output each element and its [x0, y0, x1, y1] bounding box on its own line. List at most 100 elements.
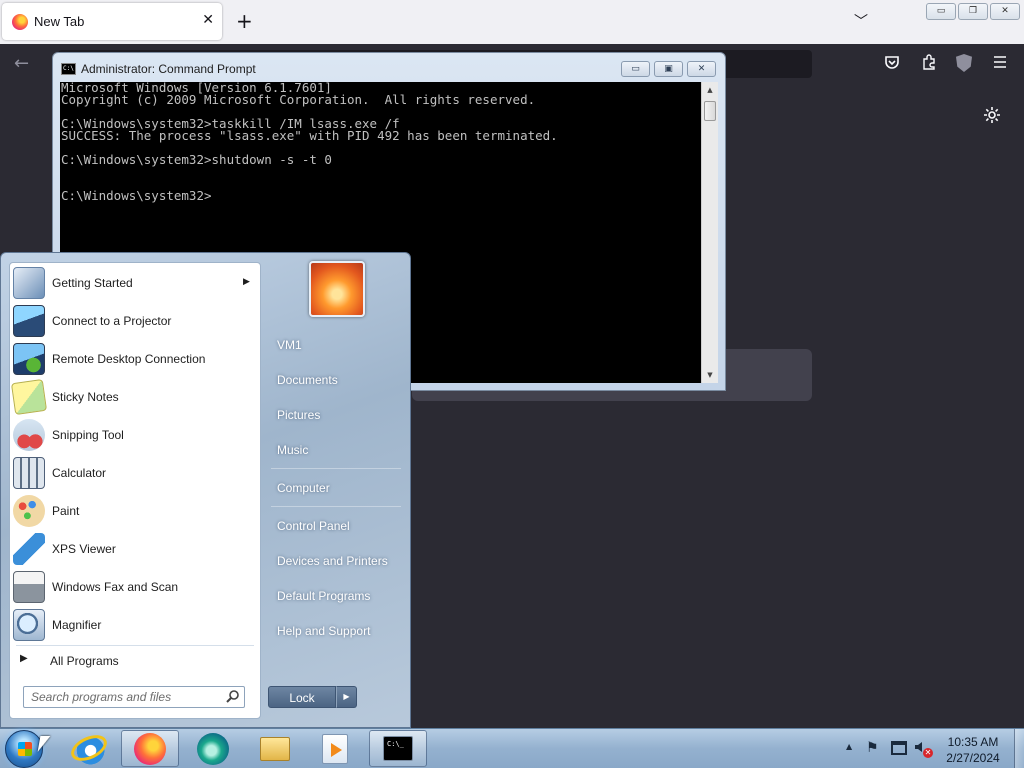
command-prompt-icon: C:\ [61, 63, 76, 75]
restore-button[interactable]: ❐ [958, 3, 988, 20]
new-tab-button[interactable]: + [236, 9, 253, 33]
snipping-tool-icon [13, 419, 45, 451]
program-label: Sticky Notes [52, 390, 119, 404]
separator [16, 645, 254, 646]
tab-close-icon[interactable]: ✕ [202, 12, 214, 28]
media-player-icon [322, 734, 348, 764]
all-programs-button[interactable]: ▶ All Programs [16, 649, 256, 673]
clock-time: 10:35 AM [947, 735, 999, 749]
console-line: C:\Windows\system32>shutdown -s -t 0 [61, 152, 332, 167]
places-music[interactable]: Music [266, 436, 406, 464]
places-label: Documents [277, 373, 338, 387]
cmd-maximize-button[interactable]: ▣ [654, 61, 683, 77]
program-label: Getting Started [52, 276, 133, 290]
scroll-down-icon[interactable]: ▼ [702, 367, 718, 383]
scroll-thumb[interactable] [704, 101, 716, 121]
network-icon[interactable] [891, 741, 907, 755]
places-control-panel[interactable]: Control Panel [266, 512, 406, 540]
taskbar: C:\_ ▲ ⚑ ✕ 10:35 AM 2/27/2024 [0, 728, 1024, 768]
all-programs-label: All Programs [50, 654, 119, 668]
firefox-icon [134, 733, 166, 765]
windows-logo-icon [18, 742, 32, 756]
program-label: Remote Desktop Connection [52, 352, 206, 366]
places-help-and-support[interactable]: Help and Support [266, 617, 406, 645]
minimize-button[interactable]: ▭ [926, 3, 956, 20]
program-label: Paint [52, 504, 80, 518]
shutdown-options-button[interactable]: ▶ [336, 686, 357, 708]
program-calculator[interactable]: Calculator [10, 455, 260, 491]
program-paint[interactable]: Paint [10, 493, 260, 529]
tab-new-tab[interactable]: New Tab ✕ [2, 3, 222, 40]
program-label: Snipping Tool [52, 428, 124, 442]
pocket-icon[interactable] [882, 54, 902, 74]
program-label: XPS Viewer [52, 542, 116, 556]
list-all-tabs-icon[interactable]: ﹀ [854, 11, 868, 31]
places-label: Devices and Printers [277, 554, 388, 568]
programs-panel: Getting Started ▶ Connect to a Projector… [9, 262, 261, 719]
back-icon[interactable]: ← [14, 53, 29, 74]
settings-gear-icon[interactable] [983, 105, 1001, 129]
command-prompt-icon: C:\_ [383, 736, 413, 761]
program-label: Calculator [52, 466, 107, 480]
search-box [23, 686, 245, 708]
console-line: SUCCESS: The process "lsass.exe" with PI… [61, 128, 558, 143]
console-line: Copyright (c) 2009 Microsoft Corporation… [61, 92, 536, 107]
cmd-minimize-button[interactable]: ▭ [621, 61, 650, 77]
getting-started-icon [13, 267, 45, 299]
places-label: Computer [277, 481, 330, 495]
places-user-folder[interactable]: VM1 [266, 331, 406, 359]
search-input[interactable] [24, 687, 220, 707]
play-icon [331, 743, 342, 757]
extensions-icon[interactable] [919, 54, 939, 74]
console-line: C:\Windows\system32> [61, 188, 212, 203]
program-magnifier[interactable]: Magnifier [10, 607, 260, 643]
clock-date: 2/27/2024 [946, 751, 1000, 765]
mute-icon: ✕ [923, 748, 933, 758]
program-snipping-tool[interactable]: Snipping Tool [10, 417, 260, 453]
program-xps-viewer[interactable]: XPS Viewer [10, 531, 260, 567]
ublock-icon[interactable] [956, 54, 972, 72]
firefox-icon [12, 14, 28, 30]
cmd-icon-text: C:\_ [387, 740, 404, 748]
show-desktop-button[interactable] [1014, 729, 1024, 768]
fax-scan-icon [13, 571, 45, 603]
window-title: Administrator: Command Prompt [81, 62, 256, 76]
places-pictures[interactable]: Pictures [266, 401, 406, 429]
program-label: Windows Fax and Scan [52, 580, 179, 594]
search-icon[interactable] [226, 689, 240, 703]
places-documents[interactable]: Documents [266, 366, 406, 394]
program-getting-started[interactable]: Getting Started ▶ [10, 265, 260, 301]
places-devices-and-printers[interactable]: Devices and Printers [266, 547, 406, 575]
start-menu: Getting Started ▶ Connect to a Projector… [0, 252, 411, 728]
places-label: Pictures [277, 408, 321, 422]
cmd-close-button[interactable]: ✕ [687, 61, 716, 77]
program-remote-desktop[interactable]: Remote Desktop Connection [10, 341, 260, 377]
places-computer[interactable]: Computer [266, 474, 406, 502]
lock-button[interactable]: Lock [268, 686, 336, 708]
xps-viewer-icon [13, 533, 45, 565]
scroll-up-icon[interactable]: ▲ [702, 82, 718, 98]
separator [271, 506, 401, 507]
submenu-arrow-icon: ▶ [243, 277, 250, 287]
paint-icon [13, 495, 45, 527]
close-button[interactable]: ✕ [990, 3, 1020, 20]
sticky-notes-icon [10, 378, 48, 416]
vertical-scrollbar[interactable]: ▲ ▼ [701, 82, 718, 383]
program-label: Magnifier [52, 618, 102, 632]
projector-icon [13, 305, 45, 337]
user-picture[interactable] [309, 261, 365, 317]
places-default-programs[interactable]: Default Programs [266, 582, 406, 610]
separator [271, 468, 401, 469]
places-label: VM1 [277, 338, 302, 352]
program-label: Connect to a Projector [52, 314, 172, 328]
places-label: Help and Support [277, 624, 371, 638]
action-center-flag-icon[interactable]: ⚑ [866, 740, 879, 756]
show-hidden-icons-icon[interactable]: ▲ [846, 742, 852, 751]
program-fax-and-scan[interactable]: Windows Fax and Scan [10, 569, 260, 605]
chevron-right-icon: ▶ [20, 653, 28, 664]
menu-icon[interactable] [990, 54, 1010, 74]
program-connect-to-projector[interactable]: Connect to a Projector [10, 303, 260, 339]
program-sticky-notes[interactable]: Sticky Notes [10, 378, 260, 416]
clock[interactable]: 10:35 AM 2/27/2024 [940, 734, 1006, 766]
